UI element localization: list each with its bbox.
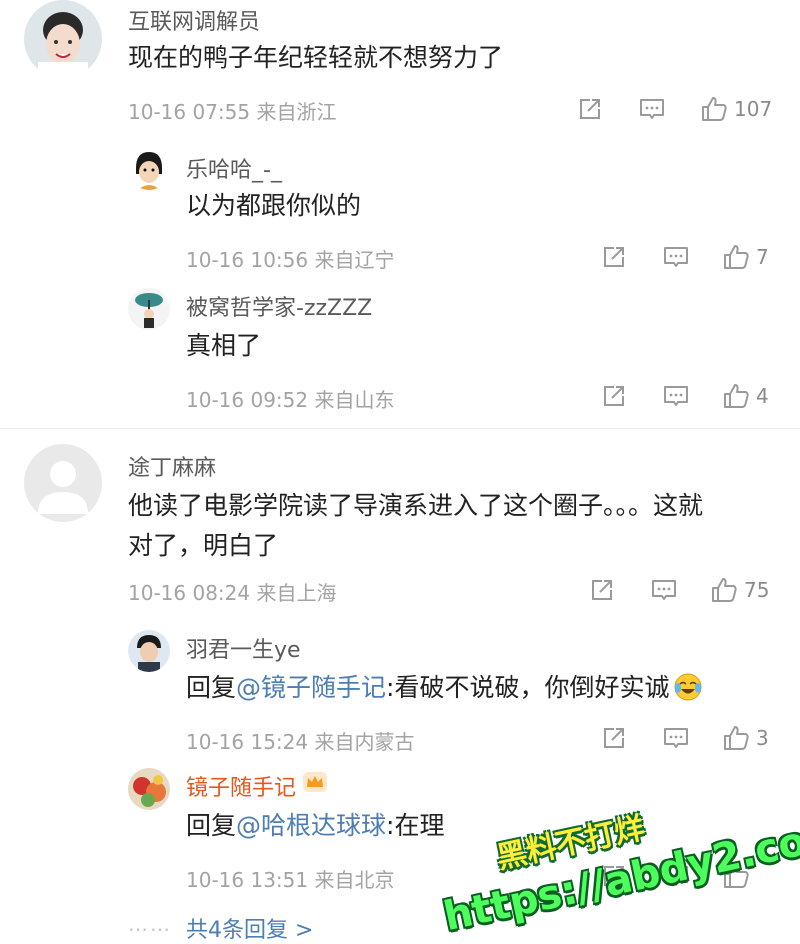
share-button[interactable] (600, 723, 628, 753)
reply-author[interactable]: 乐哈哈_-_ (186, 152, 282, 184)
more-replies-dots: …… (128, 912, 172, 936)
laughing-tears-emoji-icon (674, 673, 702, 701)
reply-author[interactable]: 镜子随手记 (186, 770, 328, 802)
reply-text: 回复@哈根达球球:在理 (186, 806, 444, 846)
reply-button[interactable] (662, 242, 690, 272)
share-icon (600, 243, 628, 271)
share-icon (600, 724, 628, 752)
share-button[interactable] (600, 381, 628, 411)
reply-author-name: 镜子随手记 (186, 776, 297, 801)
comment-icon (662, 382, 690, 410)
avatar[interactable] (24, 444, 102, 522)
share-icon (588, 576, 616, 604)
reply-prefix: 回复 (186, 811, 237, 840)
like-button[interactable]: 4 (722, 381, 769, 411)
like-icon (710, 576, 738, 604)
like-count: 4 (756, 384, 769, 408)
comment-icon (650, 576, 678, 604)
like-count: 107 (734, 97, 773, 121)
more-replies-link[interactable]: 共4条回复 > (186, 912, 313, 944)
like-button[interactable]: 75 (710, 575, 769, 605)
comment-meta: 10-16 08:24 来自上海 (128, 581, 337, 605)
comment-icon (662, 724, 690, 752)
reply-meta: 10-16 15:24 来自内蒙古 (186, 730, 415, 754)
mention-link[interactable]: @镜子随手记 (236, 673, 386, 702)
avatar[interactable] (24, 0, 102, 78)
avatar[interactable] (128, 768, 170, 810)
reply-actions: 4 (600, 381, 800, 411)
avatar[interactable] (128, 630, 170, 672)
like-button[interactable]: 107 (700, 94, 772, 124)
comment-icon (638, 95, 666, 123)
reply-actions: 3 (600, 723, 800, 753)
avatar[interactable] (128, 148, 170, 190)
reply-meta: 10-16 09:52 来自山东 (186, 388, 395, 412)
reply-meta: 10-16 10:56 来自辽宁 (186, 248, 395, 272)
like-icon (722, 382, 750, 410)
vip-crown-badge-icon (303, 772, 328, 792)
share-button[interactable] (576, 94, 604, 124)
share-button[interactable] (588, 575, 616, 605)
like-button[interactable]: 7 (722, 242, 769, 272)
comment-author[interactable]: 途丁麻麻 (128, 450, 216, 482)
like-count: 75 (744, 578, 770, 602)
comment-text-line2: 对了，明白了 (128, 531, 279, 560)
like-count: 7 (756, 245, 769, 269)
comment-text-line1: 他读了电影学院读了导演系进入了这个圈子。。。这就 (128, 491, 704, 520)
avatar[interactable] (128, 288, 170, 330)
mention-link[interactable]: @哈根达球球 (236, 811, 386, 840)
like-icon (700, 95, 728, 123)
reply-button[interactable] (662, 381, 690, 411)
comment-icon (662, 243, 690, 271)
reply-actions: 7 (600, 242, 800, 272)
reply-button[interactable] (662, 723, 690, 753)
comment-meta: 10-16 07:55 来自浙江 (128, 100, 337, 124)
reply-text: 真相了 (186, 331, 262, 360)
comment-author[interactable]: 互联网调解员 (128, 4, 260, 36)
like-icon (722, 724, 750, 752)
reply-button[interactable] (638, 94, 666, 124)
comment-text: 现在的鸭子年纪轻轻就不想努力了 (128, 43, 504, 72)
comment-actions: 75 (588, 575, 800, 605)
reply-text: 回复@镜子随手记:看破不说破，你倒好实诚 (186, 668, 703, 708)
comment-divider (0, 428, 800, 429)
reply-author[interactable]: 羽君一生ye (186, 632, 301, 664)
reply-text: 以为都跟你似的 (186, 191, 362, 220)
reply-button[interactable] (650, 575, 678, 605)
share-button[interactable] (600, 242, 628, 272)
like-button[interactable]: 3 (722, 723, 769, 753)
share-icon (576, 95, 604, 123)
reply-prefix: 回复 (186, 673, 237, 702)
like-icon (722, 243, 750, 271)
reply-author[interactable]: 被窝哲学家-zzZZZ (186, 290, 372, 322)
like-count: 3 (756, 726, 769, 750)
reply-body: :在理 (386, 811, 445, 840)
comment-actions: 107 (576, 94, 800, 124)
reply-meta: 10-16 13:51 来自北京 (186, 868, 395, 892)
share-icon (600, 382, 628, 410)
reply-body: :看破不说破，你倒好实诚 (386, 673, 670, 702)
